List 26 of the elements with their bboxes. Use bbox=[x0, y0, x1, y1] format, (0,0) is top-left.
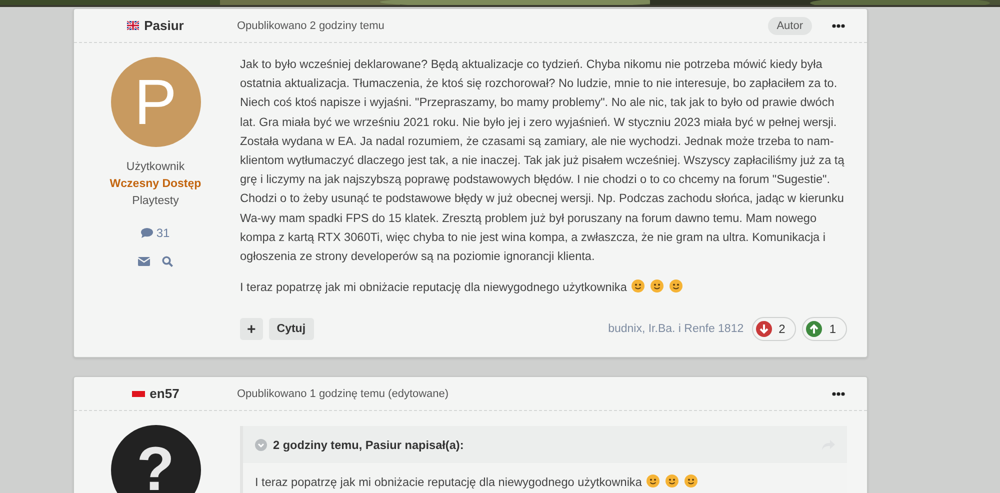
flag-icon bbox=[127, 21, 140, 30]
comment-icon bbox=[141, 228, 154, 238]
post-text: I teraz popatrzę jak mi obniżacie reputację dla niewygodnego użytkownika bbox=[240, 280, 627, 294]
post-date: Opublikowano 2 godziny temu bbox=[237, 20, 386, 32]
post-date: Opublikowano 1 godzinę temu (edytowane) bbox=[237, 388, 450, 400]
reaction-button[interactable]: 2 bbox=[752, 317, 796, 342]
more-options-icon[interactable] bbox=[832, 24, 845, 28]
author-name[interactable]: en57 bbox=[150, 386, 180, 402]
quote-author: 2 godziny temu, Pasiur napisał(a): bbox=[273, 438, 465, 452]
post-text: Jak to było wcześniej deklarowane? Będą aktualizacje co tydzień. Chyba nikomu nie potrzeba mówić kiedy była ostatnia aktualizacja. Tłumaczenia, że ktoś się rozchorował? No ludzie, mnie to nie interesuje, bo zapłaciłem za to. Niech coś ktoś napisze i wyjaśni. "Przepraszamy, bo mamy problemy". No ale nic, tak jak to było od prawie dwóch lat. Gra miała być we wrześniu 2021 roku. Nie było jej i zero wyjaśnień. W styczniu 2023 miała być w pełnej wersji. Została wydana w EA. Ja nadal rozumiem, że czasami są zamiary, ale nie wychodzi. Jednak może trzeba to nam-klientom wytłumaczyć dlaczego jest tak, a nie inaczej. Tak jak już pisałem wcześniej. Wszyscy zapłaciliśmy już za tą grę i liczymy na jak najszybszą poprawę podstawowych błędów. I nie chodzi o to co chcemy na forum "Sugestie". Chodzi o to żeby usunąć te podstawowe błędy w już obecnej wersji. Np. Podczas zachodu słońca, jadąc w kierunku Wa-wy mam spadki FPS do 15 klatek. Zresztą problem już był poruszany na forum dawno temu. Mam nowego kompa z kartą RTX 3060Ti, więc chyba to nie jest wina kompa, a zwłaszcza, że nie gram na ultra. Komunikacja i ogłoszenia ze strony developerów są na poziomie ignorancji klienta. bbox=[240, 57, 844, 264]
avatar[interactable]: ? bbox=[110, 425, 200, 493]
author-name[interactable]: Pasiur bbox=[144, 18, 184, 33]
add-button[interactable]: + bbox=[240, 318, 263, 340]
author-badge: Autor bbox=[768, 16, 812, 34]
quote-button[interactable]: Cytuj bbox=[268, 318, 314, 340]
user-rank: Użytkownik bbox=[126, 160, 185, 175]
chevron-down-icon[interactable] bbox=[255, 438, 267, 451]
reaction-button[interactable]: 1 bbox=[802, 317, 847, 342]
flag-icon bbox=[132, 390, 145, 397]
user-group: Playtesty bbox=[132, 193, 179, 210]
search-icon[interactable] bbox=[162, 256, 173, 267]
post-count[interactable]: 31 bbox=[156, 226, 170, 240]
envelope-icon[interactable] bbox=[138, 257, 150, 266]
user-group: Wczesny Dostęp bbox=[110, 176, 202, 193]
more-options-icon[interactable] bbox=[832, 392, 845, 396]
quote-text: I teraz popatrzę jak mi obniżacie reputację dla niewygodnego użytkownika bbox=[255, 475, 642, 490]
